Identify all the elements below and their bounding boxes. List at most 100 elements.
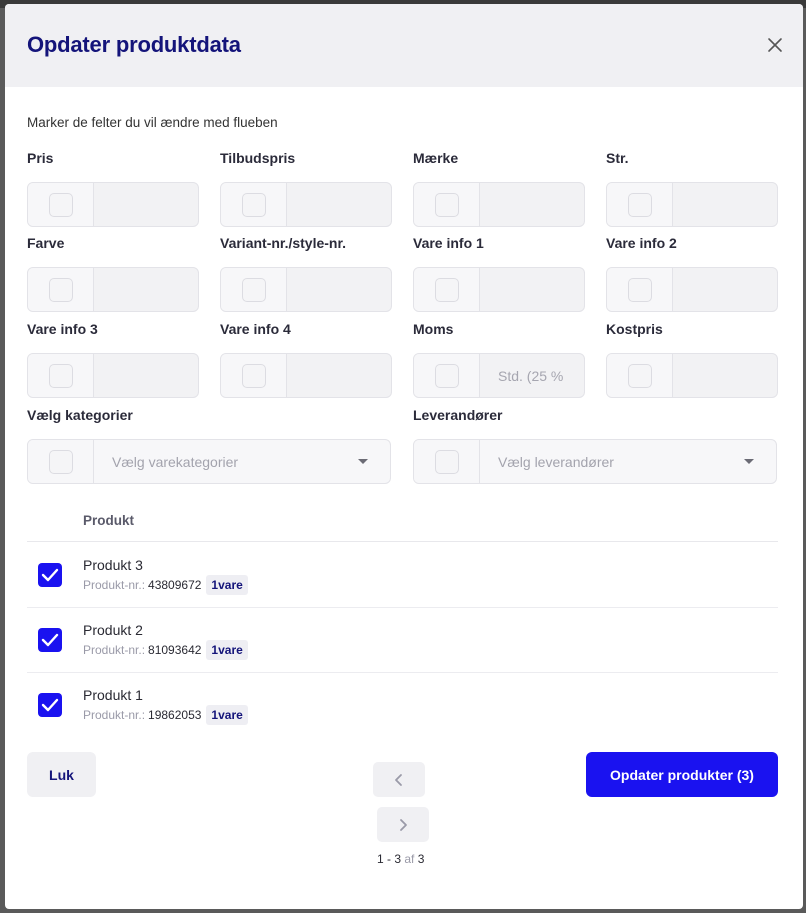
field-pris-value[interactable] (94, 183, 198, 226)
update-products-modal: Opdater produktdata Marker de felter du … (5, 4, 803, 909)
field-kategorier: Vælg kategorier Vælg varekategorier (27, 407, 391, 484)
pagination-info: 1 - 3 af 3 (377, 852, 424, 866)
table-row: Produkt 3 Produkt-nr.: 43809672 1vare (27, 543, 778, 608)
field-leverandorer: Leverandører Vælg leverandører (413, 407, 777, 484)
field-str-input (606, 182, 778, 227)
checkmark-icon (41, 633, 59, 647)
field-vare-info-4-checkbox[interactable] (241, 363, 266, 388)
table-row: Produkt 2 Produkt-nr.: 81093642 1vare (27, 608, 778, 673)
field-tilbudspris: Tilbudspris (220, 150, 392, 227)
product-number: 43809672 (148, 578, 202, 592)
field-kostpris-input (606, 353, 778, 398)
close-icon[interactable] (767, 37, 783, 53)
field-pris: Pris (27, 150, 199, 227)
field-variant-input (220, 267, 392, 312)
leverandorer-dropdown[interactable]: Vælg leverandører (480, 440, 776, 483)
field-maerke-value[interactable] (480, 183, 584, 226)
field-str-value[interactable] (673, 183, 777, 226)
product-number-label: Produkt-nr.: (83, 708, 146, 722)
kategorier-dropdown[interactable]: Vælg varekategorier (94, 440, 390, 483)
field-vare-info-3-input (27, 353, 199, 398)
field-moms-checkbox[interactable] (434, 363, 459, 388)
column-header-produkt: Produkt (83, 513, 135, 528)
field-farve-value[interactable] (94, 268, 198, 311)
variant-badge: 1vare (206, 705, 248, 725)
instruction-text: Marker de felter du vil ændre med fluebe… (27, 115, 278, 130)
chevron-right-icon (400, 818, 407, 831)
kategorier-checkbox[interactable] (48, 449, 73, 474)
field-vare-info-1-checkbox[interactable] (434, 277, 459, 302)
field-label: Vælg kategorier (27, 407, 133, 423)
field-label: Vare info 4 (220, 321, 291, 337)
field-vare-info-2-value[interactable] (673, 268, 777, 311)
product-name: Produkt 1 (83, 687, 143, 703)
product-table-header: Produkt (27, 502, 778, 542)
field-tilbudspris-value[interactable] (287, 183, 391, 226)
prev-page-button[interactable] (373, 762, 425, 797)
field-label: Str. (606, 150, 629, 166)
close-button[interactable]: Luk (27, 752, 96, 797)
field-maerke-input (413, 182, 585, 227)
field-variant: Variant-nr./style-nr. (220, 235, 392, 312)
field-vare-info-2: Vare info 2 (606, 235, 778, 312)
row-checkbox[interactable] (38, 628, 62, 652)
field-label: Tilbudspris (220, 150, 296, 166)
caret-down-icon (358, 459, 368, 464)
product-meta: Produkt-nr.: 43809672 1vare (83, 575, 248, 595)
field-label: Mærke (413, 150, 459, 166)
field-variant-value[interactable] (287, 268, 391, 311)
leverandorer-checkbox[interactable] (434, 449, 459, 474)
field-kostpris-value[interactable] (673, 354, 777, 397)
field-variant-checkbox[interactable] (241, 277, 266, 302)
field-vare-info-4-value[interactable] (287, 354, 391, 397)
field-vare-info-3-value[interactable] (94, 354, 198, 397)
variant-badge: 1vare (206, 575, 248, 595)
field-vare-info-1-input (413, 267, 585, 312)
field-vare-info-3: Vare info 3 (27, 321, 199, 398)
product-meta: Produkt-nr.: 19862053 1vare (83, 705, 248, 725)
field-label: Pris (27, 150, 54, 166)
field-farve-checkbox[interactable] (48, 277, 73, 302)
field-label: Vare info 3 (27, 321, 98, 337)
modal-header: Opdater produktdata (5, 4, 803, 87)
product-number-label: Produkt-nr.: (83, 578, 146, 592)
field-tilbudspris-input (220, 182, 392, 227)
field-moms-value[interactable]: Std. (25 % (480, 354, 584, 397)
product-number-label: Produkt-nr.: (83, 643, 146, 657)
table-row: Produkt 1 Produkt-nr.: 19862053 1vare (27, 673, 778, 738)
field-label: Vare info 2 (606, 235, 677, 251)
field-pris-checkbox[interactable] (48, 192, 73, 217)
product-number: 81093642 (148, 643, 202, 657)
leverandorer-select: Vælg leverandører (413, 439, 777, 484)
field-vare-info-4: Vare info 4 (220, 321, 392, 398)
kategorier-select: Vælg varekategorier (27, 439, 391, 484)
field-label: Leverandører (413, 407, 503, 423)
field-kostpris-checkbox[interactable] (627, 363, 652, 388)
field-maerke-checkbox[interactable] (434, 192, 459, 217)
next-page-button[interactable] (377, 807, 429, 842)
field-vare-info-2-checkbox[interactable] (627, 277, 652, 302)
product-name: Produkt 3 (83, 557, 143, 573)
row-checkbox[interactable] (38, 693, 62, 717)
row-checkbox[interactable] (38, 563, 62, 587)
field-maerke: Mærke (413, 150, 585, 227)
caret-down-icon (744, 459, 754, 464)
field-vare-info-1: Vare info 1 (413, 235, 585, 312)
field-label: Moms (413, 321, 454, 337)
field-tilbudspris-checkbox[interactable] (241, 192, 266, 217)
field-vare-info-3-checkbox[interactable] (48, 363, 73, 388)
field-vare-info-2-input (606, 267, 778, 312)
checkmark-icon (41, 568, 59, 582)
field-label: Kostpris (606, 321, 663, 337)
checkmark-icon (41, 698, 59, 712)
update-products-button[interactable]: Opdater produkter (3) (586, 752, 778, 797)
field-moms-input: Std. (25 % (413, 353, 585, 398)
field-pris-input (27, 182, 199, 227)
field-str-checkbox[interactable] (627, 192, 652, 217)
field-str: Str. (606, 150, 778, 227)
variant-badge: 1vare (206, 640, 248, 660)
field-vare-info-1-value[interactable] (480, 268, 584, 311)
field-moms: Moms Std. (25 % (413, 321, 585, 398)
chevron-left-icon (395, 773, 402, 786)
product-name: Produkt 2 (83, 622, 143, 638)
